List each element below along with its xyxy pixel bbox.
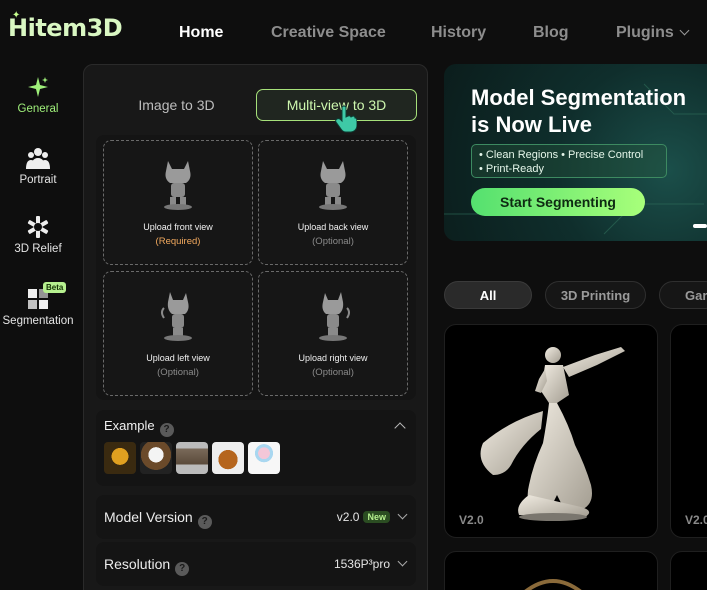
logo-spark-icon: ✦	[12, 10, 21, 21]
chevron-down-icon	[679, 25, 690, 36]
banner-title-line1: Model Segmentation	[471, 85, 687, 110]
banner-feature-line1: • Clean Regions • Precise Control	[479, 149, 644, 161]
nav-plugins[interactable]: Plugins	[616, 24, 690, 42]
setting-label: Model Version?	[104, 509, 212, 529]
setting-value: 1536P³pro	[333, 557, 390, 571]
statue-image	[480, 347, 625, 521]
example-thumb-robot[interactable]	[104, 442, 136, 474]
top-navigation: ✦ Hitem3D Home Creative Space History Bl…	[0, 0, 707, 66]
chevron-up-icon[interactable]	[394, 422, 406, 434]
setting-label: Resolution?	[104, 556, 190, 576]
rail-item-segmentation[interactable]: Beta Segmentation	[0, 282, 76, 327]
upload-left-view[interactable]: Upload left view (Optional)	[103, 271, 253, 396]
help-icon[interactable]: ?	[159, 422, 174, 437]
rail-label: Segmentation	[2, 315, 74, 327]
nav-creative-space[interactable]: Creative Space	[271, 24, 386, 42]
nav-blog[interactable]: Blog	[533, 24, 569, 42]
model-silhouette-icon	[164, 161, 192, 210]
example-header[interactable]: Example?	[104, 418, 174, 437]
generation-panel: Image to 3D Multi-view to 3D Upload fron…	[83, 64, 428, 590]
upload-front-view[interactable]: Upload front view (Required)	[103, 140, 253, 265]
model-preview-image	[524, 579, 582, 590]
relief-icon	[0, 214, 76, 240]
banner-title-line2: is Now Live	[471, 112, 593, 137]
example-thumb-figure[interactable]	[248, 442, 280, 474]
rail-label: General	[17, 103, 59, 115]
logo[interactable]: ✦ Hitem3D	[8, 10, 123, 42]
upload-note: (Optional)	[312, 367, 354, 378]
gallery-card[interactable]: V2.0	[670, 324, 707, 538]
new-badge: New	[363, 511, 390, 523]
help-icon[interactable]: ?	[175, 561, 190, 576]
model-version-label: V2.0	[685, 513, 707, 527]
help-icon[interactable]: ?	[197, 514, 212, 529]
logo-text: Hitem3D	[8, 14, 123, 42]
nav-home[interactable]: Home	[179, 24, 223, 42]
start-segmenting-button[interactable]: Start Segmenting	[471, 188, 645, 216]
filter-3d-printing[interactable]: 3D Printing	[545, 281, 646, 309]
example-title: Example	[104, 418, 155, 433]
example-section: Example?	[96, 410, 416, 486]
model-silhouette-icon	[161, 292, 192, 341]
chevron-down-icon	[397, 509, 408, 520]
rail-label: Portrait	[19, 174, 57, 186]
resolution-row[interactable]: Resolution? 1536P³pro	[96, 542, 416, 586]
nav-history[interactable]: History	[431, 24, 486, 42]
upload-title: Upload left view	[146, 353, 210, 363]
model-version-row[interactable]: Model Version? v2.0 New	[96, 495, 416, 539]
nav-plugins-label: Plugins	[616, 24, 674, 41]
rail-item-3d-relief[interactable]: 3D Relief	[0, 214, 76, 255]
carousel-indicator[interactable]	[693, 224, 707, 228]
banner-features: • Clean Regions • Precise Control • Print…	[471, 144, 667, 178]
chevron-down-icon	[397, 556, 408, 567]
upload-back-view[interactable]: Upload back view (Optional)	[258, 140, 408, 265]
beta-badge: Beta	[43, 282, 67, 293]
upload-title: Upload right view	[298, 353, 368, 363]
gallery-card[interactable]	[670, 551, 707, 590]
upload-right-view[interactable]: Upload right view (Optional)	[258, 271, 408, 396]
setting-label-text: Model Version	[104, 509, 193, 525]
setting-value: v2.0 New	[337, 510, 390, 524]
model-silhouette-icon	[319, 161, 347, 210]
rail-label: 3D Relief	[14, 243, 62, 255]
upload-area: Upload front view (Required) Upload back…	[96, 135, 416, 400]
model-version-label: V2.0	[459, 513, 484, 527]
upload-title: Upload back view	[297, 222, 369, 232]
rail-item-general[interactable]: General	[0, 74, 76, 115]
filter-partial[interactable]: Gar	[659, 281, 707, 309]
example-thumb-eagle[interactable]	[140, 442, 172, 474]
hand-cursor-icon	[335, 105, 357, 133]
upload-title: Upload front view	[143, 222, 213, 232]
people-icon	[0, 145, 76, 171]
segmentation-icon: Beta	[0, 282, 76, 312]
example-thumb-chest[interactable]	[176, 442, 208, 474]
upload-note: (Required)	[155, 236, 201, 247]
sparkle-icon	[0, 74, 76, 100]
banner-title: Model Segmentation is Now Live	[471, 84, 686, 138]
gallery-card[interactable]	[444, 551, 658, 590]
setting-label-text: Resolution	[104, 556, 171, 572]
gallery-card[interactable]: V2.0	[444, 324, 658, 538]
filter-all[interactable]: All	[444, 281, 532, 309]
model-silhouette-icon	[319, 292, 350, 341]
setting-value-text: v2.0	[336, 510, 360, 524]
upload-note: (Optional)	[312, 236, 354, 247]
banner-feature-line2: • Print-Ready	[479, 163, 544, 175]
upload-note: (Optional)	[157, 367, 199, 378]
tab-image-to-3d[interactable]: Image to 3D	[114, 89, 239, 121]
rail-item-portrait[interactable]: Portrait	[0, 145, 76, 186]
example-thumb-vase[interactable]	[212, 442, 244, 474]
promo-banner[interactable]: Model Segmentation is Now Live • Clean Re…	[444, 64, 707, 241]
